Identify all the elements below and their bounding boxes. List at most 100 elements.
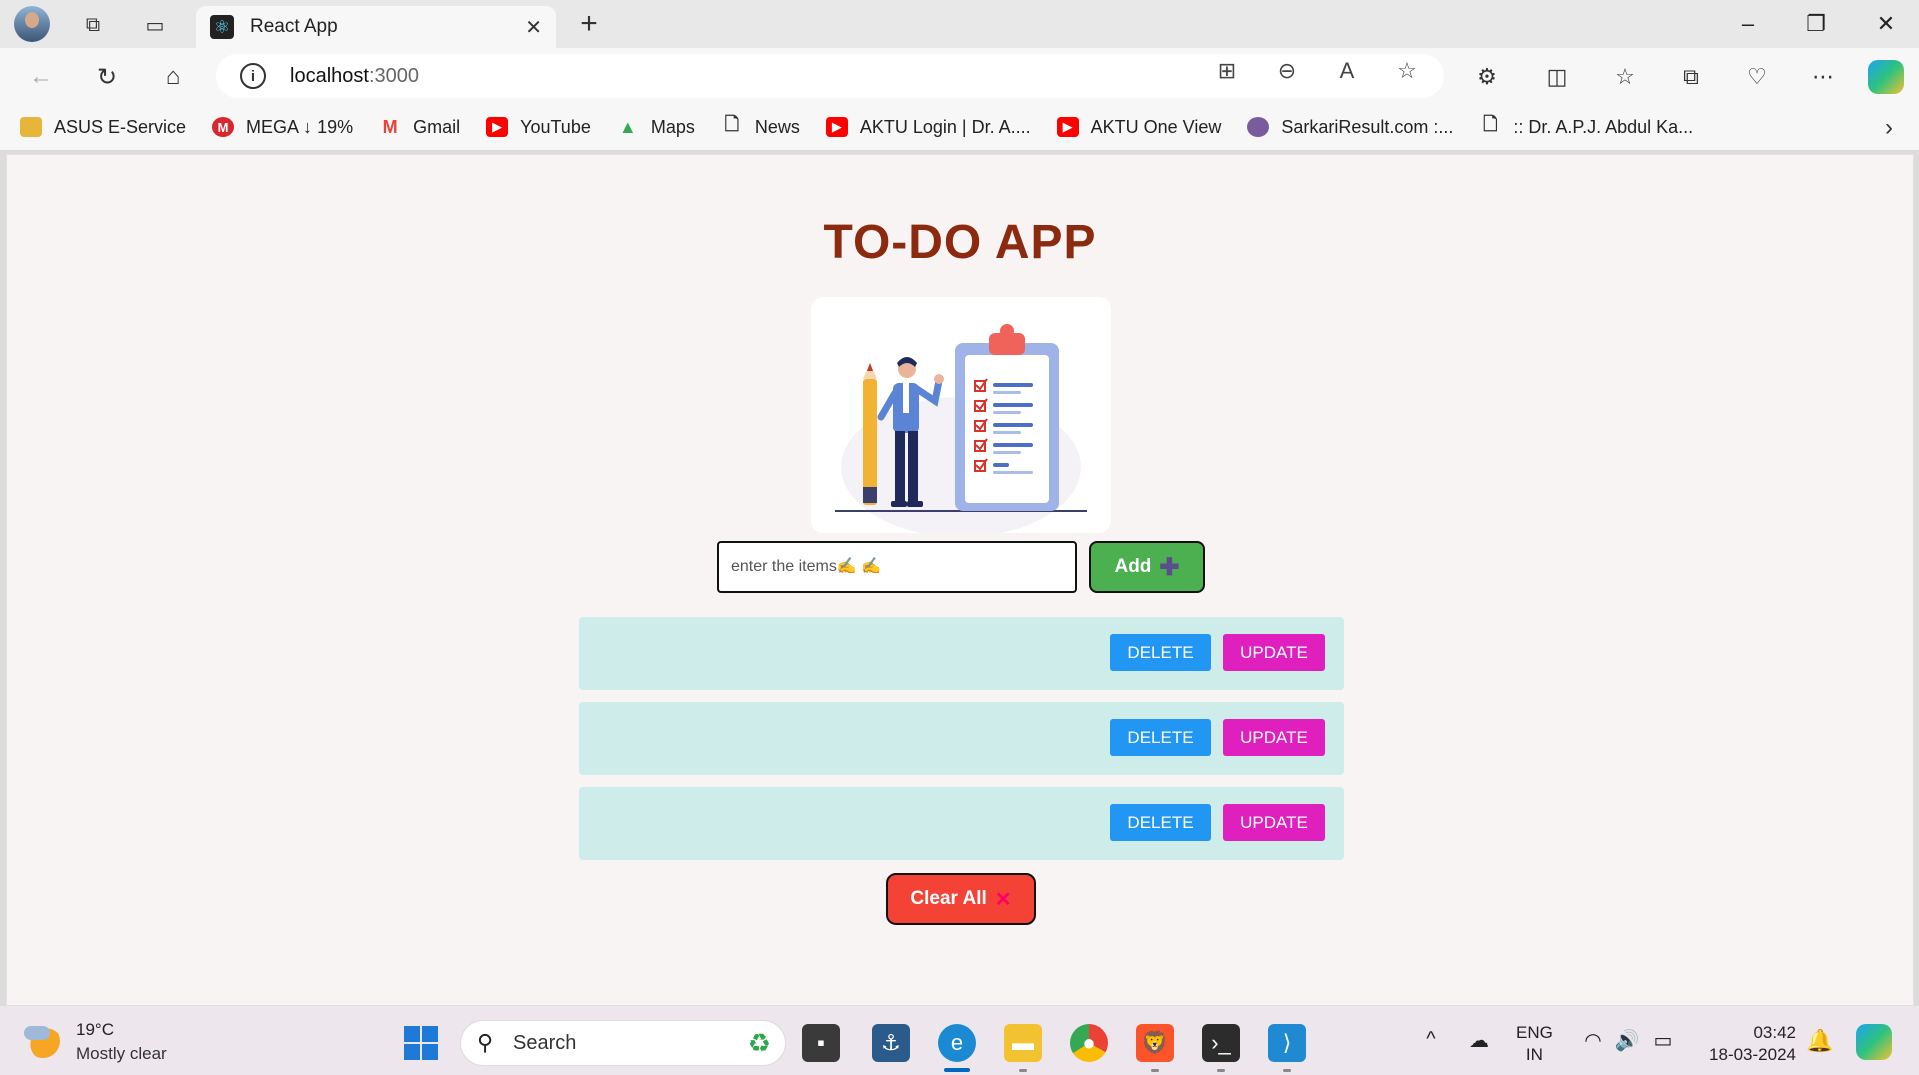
plus-icon: ✚ (1159, 553, 1180, 581)
file-explorer-icon[interactable]: ▬ (1004, 1024, 1042, 1062)
delete-button[interactable]: DELETE (1110, 634, 1211, 671)
bookmark-label: :: Dr. A.P.J. Abdul Ka... (1513, 116, 1694, 137)
sarkari-icon (1247, 117, 1270, 137)
split-screen-icon[interactable]: ◫ (1540, 60, 1574, 94)
site-info-icon[interactable]: i (240, 63, 266, 89)
vscode-icon[interactable]: ⟩ (1268, 1024, 1306, 1062)
minimize-button[interactable]: – (1728, 8, 1768, 40)
address-bar[interactable]: i localhost:3000 (216, 54, 1444, 98)
read-aloud-icon[interactable]: A (1332, 58, 1362, 84)
bookmark-label: AKTU Login | Dr. A.... (859, 116, 1031, 137)
clock-date: 18-03-2024 (1709, 1045, 1796, 1064)
mysql-workbench-icon[interactable]: ⚓ (872, 1024, 910, 1062)
copilot-pre-icon[interactable] (1856, 1024, 1892, 1060)
bookmark-youtube[interactable]: ▶ YouTube (486, 117, 591, 138)
vertical-tabs-icon[interactable]: ▭ (138, 8, 172, 42)
brave-icon[interactable]: 🦁 (1136, 1024, 1174, 1062)
profile-avatar[interactable] (14, 6, 50, 42)
todo-illustration (811, 297, 1111, 537)
edge-icon[interactable]: e (938, 1024, 976, 1062)
clear-all-label: Clear All (910, 888, 987, 909)
bookmark-aktu-login[interactable]: ▶ AKTU Login | Dr. A.... (825, 116, 1031, 138)
item-input[interactable] (717, 541, 1077, 593)
url-host: localhost (290, 64, 369, 87)
bookmark-sarkari-result[interactable]: SarkariResult.com :... (1247, 117, 1453, 138)
refresh-icon[interactable]: ↻ (90, 60, 124, 94)
bookmark-news[interactable]: 🗋 News (721, 114, 800, 138)
close-tab-icon[interactable]: ✕ (525, 15, 542, 40)
bookmark-gmail[interactable]: M Gmail (379, 117, 461, 138)
restore-button[interactable]: ❐ (1796, 8, 1836, 40)
more-menu-icon[interactable]: ⋯ (1806, 60, 1840, 94)
bookmark-aktu-one-view[interactable]: ▶ AKTU One View (1056, 116, 1222, 138)
clear-all-button[interactable]: Clear All ✕ (886, 873, 1036, 925)
bookmark-apj[interactable]: 🗋:: Dr. A.P.J. Abdul Ka... (1479, 114, 1694, 138)
bookmark-label: ASUS E-Service (54, 116, 187, 137)
youtube-icon: ▶ (486, 117, 509, 137)
delete-button[interactable]: DELETE (1110, 804, 1211, 841)
bookmark-maps[interactable]: ▲ Maps (617, 117, 695, 138)
update-button[interactable]: UPDATE (1223, 634, 1325, 671)
task-view-icon[interactable]: ▪ (802, 1024, 840, 1062)
copilot-icon[interactable] (1868, 60, 1904, 94)
bookmark-asus[interactable]: ASUS E-Service (20, 117, 186, 138)
input-language[interactable]: ENG IN (1516, 1022, 1553, 1066)
search-icon: ⚲ (477, 1030, 494, 1055)
volume-icon[interactable]: 🔊 (1612, 1028, 1642, 1053)
page-title: TO-DO APP (823, 216, 1097, 269)
home-icon[interactable]: ⌂ (156, 60, 190, 94)
weather-temperature[interactable]: 19°C (76, 1020, 114, 1040)
update-button[interactable]: UPDATE (1223, 719, 1325, 756)
page-viewport: TO-DO APP enter the items✍️ ✍️ Add ✚ DEL… (6, 154, 1914, 1006)
task-row: Task-1 DELETE UPDATE (579, 617, 1344, 690)
chevron-right-icon[interactable]: › (1885, 114, 1893, 142)
start-button[interactable] (404, 1026, 438, 1060)
weather-cloud-icon (24, 1026, 50, 1040)
app-available-icon[interactable]: ⊞ (1212, 58, 1242, 84)
back-icon[interactable]: ← (24, 60, 58, 94)
running-indicator (1217, 1069, 1225, 1072)
bookmark-label: SarkariResult.com :... (1281, 116, 1454, 137)
add-button-label: Add (1114, 556, 1152, 577)
close-window-button[interactable]: ✕ (1866, 8, 1906, 40)
browser-essentials-icon[interactable]: ♡ (1740, 60, 1774, 94)
taskbar-search[interactable]: ⚲ Search ♻ (460, 1020, 786, 1066)
youtube-icon: ▶ (825, 117, 848, 137)
running-indicator (1283, 1069, 1291, 1072)
bookmark-label: News (754, 116, 800, 137)
chrome-icon[interactable]: ● (1070, 1024, 1108, 1062)
extensions-icon[interactable]: ⚙ (1470, 60, 1504, 94)
react-icon: ⚛ (210, 15, 234, 39)
notification-bell-icon[interactable]: 🔔 (1806, 1028, 1833, 1054)
bookmarks-bar: ASUS E-Service M MEGA ↓ 19% M Gmail ▶ YouTu… (0, 104, 1919, 150)
workspaces-icon[interactable]: ⧉ (76, 8, 110, 42)
favorites-icon[interactable]: ☆ (1608, 60, 1642, 94)
terminal-icon[interactable]: ›_ (1202, 1024, 1240, 1062)
tab-react-app[interactable]: ⚛ React App ✕ (196, 6, 556, 48)
battery-icon[interactable]: ▭ (1648, 1028, 1678, 1053)
document-icon: 🗋 (724, 114, 740, 134)
chevron-up-icon[interactable]: ^ (1416, 1028, 1446, 1051)
clock[interactable]: 03:42 18-03-2024 (1696, 1022, 1796, 1066)
favorite-star-icon[interactable]: ☆ (1392, 58, 1422, 84)
new-tab-button[interactable]: + (574, 8, 604, 40)
search-label: Search (513, 1031, 577, 1054)
update-button[interactable]: UPDATE (1223, 804, 1325, 841)
url-port: :3000 (368, 64, 419, 87)
collections-icon[interactable]: ⧉ (1674, 60, 1708, 94)
wifi-icon[interactable]: ◠ (1578, 1028, 1608, 1053)
add-button[interactable]: Add ✚ (1089, 541, 1205, 593)
weather-description[interactable]: Mostly clear (76, 1044, 167, 1064)
lang-region: IN (1525, 1045, 1543, 1064)
zoom-out-icon[interactable]: ⊖ (1272, 58, 1302, 84)
add-item-row: Add ✚ (717, 541, 1205, 593)
bookmark-label: AKTU One View (1090, 116, 1222, 137)
youtube-icon: ▶ (1056, 117, 1079, 137)
delete-button[interactable]: DELETE (1110, 719, 1211, 756)
task-list: Task-1 DELETE UPDATE Task-2 DELETE UPDAT… (579, 617, 1344, 872)
task-row: Task-2 DELETE UPDATE (579, 702, 1344, 775)
bookmark-mega[interactable]: M MEGA ↓ 19% (212, 117, 353, 138)
bookmark-label: YouTube (520, 116, 591, 137)
onedrive-icon[interactable]: ☁ (1464, 1028, 1494, 1053)
running-indicator (1019, 1069, 1027, 1072)
